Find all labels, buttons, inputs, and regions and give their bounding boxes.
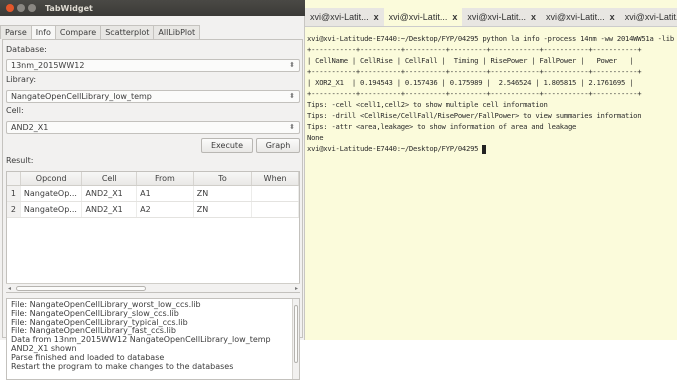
result-table: Opcond Cell From To When 1 NangateOp... … [6, 171, 300, 293]
info-tab-panel: Database: 13nm_2015WW12 ⬍ Library: Nanga… [2, 39, 303, 380]
column-header-from[interactable]: From [137, 172, 194, 185]
window-titlebar: TabWidget [0, 0, 305, 16]
terminal-tab[interactable]: xvi@xvi-Latit... x [305, 8, 384, 26]
minimize-window-icon[interactable] [17, 4, 25, 12]
terminal-prompt-line: xvi@xvi-Latitude-E7440:~/Desktop/FYP/042… [307, 143, 677, 154]
row-number: 1 [7, 186, 21, 201]
terminal-tab[interactable]: xvi@xvi-Latit... x [383, 8, 463, 26]
close-tab-icon[interactable]: x [374, 12, 379, 22]
cell-when [252, 186, 299, 201]
column-header-index[interactable] [7, 172, 21, 185]
terminal-tab[interactable]: xvi@xvi-Latit... [620, 8, 677, 26]
cell-value: AND2_X1 [11, 123, 49, 132]
cell-label: Cell: [6, 106, 24, 115]
updown-arrow-icon: ⬍ [289, 123, 295, 131]
close-window-icon[interactable] [6, 4, 14, 12]
cell-when [252, 202, 299, 217]
column-header-opcond[interactable]: Opcond [21, 172, 83, 185]
tabwidget-window: TabWidget Parse Info Compare Scatterplot… [0, 0, 305, 380]
table-row[interactable]: 1 NangateOp... AND2_X1 A1 ZN [7, 186, 299, 202]
terminal-line: None [307, 133, 324, 142]
terminal-line: | CellName | CellRise | CellFall | Timin… [307, 56, 634, 65]
updown-arrow-icon: ⬍ [289, 61, 295, 69]
cell-cell: AND2_X1 [82, 202, 138, 217]
cell-from: A1 [137, 186, 194, 201]
tab-scatterplot[interactable]: Scatterplot [100, 25, 155, 39]
library-value: NangateOpenCellLibrary_low_temp [11, 92, 152, 101]
terminal-tab-label: xvi@xvi-Latit... [310, 12, 369, 22]
column-header-when[interactable]: When [252, 172, 299, 185]
terminal-tab-label: xvi@xvi-Latit... [388, 12, 448, 22]
tab-alllibplot[interactable]: AllLibPlot [153, 25, 201, 39]
horizontal-scrollbar[interactable]: ◂ ▸ [6, 283, 300, 292]
tab-compare[interactable]: Compare [54, 25, 102, 39]
close-tab-icon[interactable]: x [452, 12, 457, 22]
cell-select[interactable]: AND2_X1 ⬍ [6, 121, 300, 134]
window-title: TabWidget [45, 3, 93, 13]
table-row[interactable]: 2 NangateOp... AND2_X1 A2 ZN [7, 202, 299, 218]
scrollbar-thumb[interactable] [16, 286, 146, 291]
execute-button[interactable]: Execute [201, 138, 253, 153]
library-select[interactable]: NangateOpenCellLibrary_low_temp ⬍ [6, 90, 300, 103]
graph-button[interactable]: Graph [256, 138, 300, 153]
terminal-line: +-----------+----------+----------+-----… [307, 67, 642, 76]
database-value: 13nm_2015WW12 [11, 61, 85, 70]
tab-parse[interactable]: Parse [0, 25, 32, 39]
terminal-line: +-----------+----------+----------+-----… [307, 89, 642, 98]
terminal-line: Tips: -cell <cell1,cell2> to show multip… [307, 100, 548, 109]
cell-opcond: NangateOp... [21, 202, 83, 217]
terminal-line: xvi@xvi-Latitude-E7440:~/Desktop/FYP/042… [307, 34, 674, 43]
terminal-line: | XOR2_X1 | 0.194543 | 0.157436 | 0.1759… [307, 78, 634, 87]
terminal-output[interactable]: xvi@xvi-Latitude-E7440:~/Desktop/FYP/042… [307, 33, 677, 333]
main-tabs: Parse Info Compare Scatterplot AllLibPlo… [0, 25, 201, 39]
scroll-left-icon[interactable]: ◂ [8, 284, 11, 293]
database-label: Database: [6, 45, 47, 54]
terminal-tab-label: xvi@xvi-Latit... [467, 12, 526, 22]
tab-info[interactable]: Info [30, 25, 56, 39]
cell-from: A2 [137, 202, 194, 217]
terminal-tab-label: xvi@xvi-Latit... [546, 12, 605, 22]
terminal-line: Tips: -drill <CellRise/CellFall/RisePowe… [307, 111, 642, 120]
terminal-prompt: xvi@xvi-Latitude-E7440:~/Desktop/FYP/042… [307, 144, 483, 153]
row-number: 2 [7, 202, 21, 217]
terminal-window: xvi@xvi-Latit... x xvi@xvi-Latit... x xvi@… [305, 0, 677, 340]
scrollbar-thumb[interactable] [294, 305, 298, 363]
cell-to: ZN [194, 186, 253, 201]
result-label: Result: [6, 156, 34, 165]
terminal-tab-label: xvi@xvi-Latit... [624, 12, 677, 22]
log-line: Parse finished and loaded to database [11, 352, 165, 362]
terminal-cursor [482, 144, 487, 154]
terminal-tab[interactable]: xvi@xvi-Latit... x [462, 8, 541, 26]
database-select[interactable]: 13nm_2015WW12 ⬍ [6, 59, 300, 72]
table-header: Opcond Cell From To When [7, 172, 299, 186]
cell-to: ZN [194, 202, 253, 217]
close-tab-icon[interactable]: x [531, 12, 536, 22]
log-output: File: NangateOpenCellLibrary_worst_low_c… [6, 298, 300, 380]
scroll-right-icon[interactable]: ▸ [295, 284, 298, 293]
close-tab-icon[interactable]: x [610, 12, 615, 22]
library-label: Library: [6, 75, 37, 84]
vertical-scrollbar[interactable] [292, 299, 299, 379]
log-line: Restart the program to make changes to t… [11, 361, 234, 371]
terminal-line: Tips: -attr <area,leakage> to show infor… [307, 122, 577, 131]
terminal-tabs: xvi@xvi-Latit... x xvi@xvi-Latit... x xvi@… [305, 8, 677, 27]
cell-opcond: NangateOp... [21, 186, 83, 201]
log-line: AND2_X1 shown [11, 343, 77, 353]
terminal-line: +-----------+----------+----------+-----… [307, 45, 642, 54]
cell-cell: AND2_X1 [82, 186, 138, 201]
log-line: Data from 13nm_2015WW12 NangateOpenCellL… [11, 335, 271, 345]
column-header-cell[interactable]: Cell [82, 172, 138, 185]
terminal-tab[interactable]: xvi@xvi-Latit... x [541, 8, 620, 26]
column-header-to[interactable]: To [194, 172, 253, 185]
maximize-window-icon[interactable] [28, 4, 36, 12]
updown-arrow-icon: ⬍ [289, 92, 295, 100]
